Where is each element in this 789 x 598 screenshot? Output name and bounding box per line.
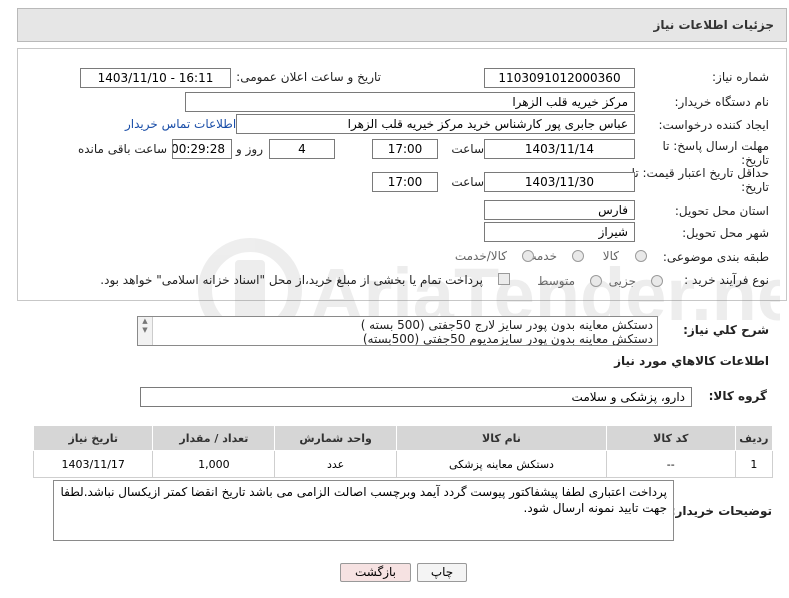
deadline-date-field: 1403/11/14 (484, 139, 635, 159)
validity-label: حداقل تاریخ اعتبار قیمت: تا (631, 166, 769, 180)
deadline-label: مهلت ارسال پاسخ: تا (662, 139, 769, 153)
buyer-notes-label: توضیحات خریدار: (670, 504, 772, 518)
back-button[interactable]: بازگشت (340, 563, 411, 582)
cell-date: 1403/11/17 (32, 450, 154, 478)
goods-table: ردیف کد کالا نام کالا واحد شمارش تعداد /… (32, 425, 774, 478)
col-index: ردیف (734, 425, 774, 451)
validity-time-field: 17:00 (372, 172, 438, 192)
need-number-label: شماره نیاز: (712, 70, 769, 84)
treasury-payment-checkbox[interactable] (498, 273, 510, 285)
announce-datetime-field: 1403/11/10 - 16:11 (80, 68, 231, 88)
category-service-radio[interactable] (572, 250, 584, 262)
goods-group-label: گروه کالا: (708, 389, 767, 403)
category-goods-service-radio[interactable] (522, 250, 534, 262)
process-label: نوع فرآیند خرید : (684, 273, 769, 287)
category-goods-service-label: کالا/خدمت (454, 249, 507, 263)
deadline-date-label: تاریخ: (741, 153, 769, 167)
summary-label: شرح کلي نياز: (683, 323, 769, 337)
header-panel: جزئیات اطلاعات نیاز (17, 8, 787, 42)
announce-label: تاریخ و ساعت اعلان عمومی: (236, 70, 381, 84)
remaining-time-label: ساعت باقی مانده (77, 142, 167, 156)
col-unit: واحد شمارش (274, 425, 398, 451)
process-minor-radio[interactable] (651, 275, 663, 287)
province-field: فارس (484, 200, 635, 220)
deadline-time-label: ساعت (451, 142, 484, 156)
treasury-payment-text: پرداخت تمام یا بخشی از مبلغ خرید،از محل … (100, 273, 483, 287)
cell-name: دستکش معاینه پزشکی (396, 450, 607, 478)
print-button[interactable]: چاپ (417, 563, 467, 582)
table-row: 1 -- دستکش معاینه پزشکی عدد 1,000 1403/1… (32, 450, 774, 478)
city-label: شهر محل تحویل: (682, 226, 769, 240)
validity-time-label: ساعت (451, 175, 484, 189)
goods-table-header: ردیف کد کالا نام کالا واحد شمارش تعداد /… (32, 425, 774, 451)
buyer-notes-box: پرداخت اعتباری لطفا پیشفاکتور پیوست گردد… (53, 480, 674, 541)
col-date: تاریخ نیاز (32, 425, 154, 451)
goods-section-title: اطلاعات کالاهاي مورد نياز (614, 354, 769, 368)
goods-group-field: دارو، پزشکی و سلامت (140, 387, 692, 407)
category-label: طبقه بندی موضوعی: (662, 250, 769, 264)
deadline-time-field: 17:00 (372, 139, 438, 159)
col-code: کد کالا (605, 425, 736, 451)
process-medium-radio[interactable] (590, 275, 602, 287)
days-remaining-field: 4 (269, 139, 335, 159)
creator-field: عباس جابری پور کارشناس خرید مرکز خیریه ق… (236, 114, 635, 134)
validity-date-field: 1403/11/30 (484, 172, 635, 192)
summary-line-2: دستکش معاینه بدون پودر سایزمدیوم 50جفتی … (362, 332, 653, 346)
summary-textarea[interactable]: ▲ ▼ دستکش معاینه بدون پودر سایز لارج 50جف… (137, 316, 658, 346)
cell-index: 1 (734, 450, 774, 478)
city-field: شیراز (484, 222, 635, 242)
process-medium-label: متوسط (537, 274, 575, 288)
col-qty: تعداد / مقدار (152, 425, 276, 451)
buyer-org-label: نام دستگاه خریدار: (674, 95, 770, 109)
summary-scrollbar[interactable]: ▲ ▼ (138, 317, 153, 345)
creator-label: ایجاد کننده درخواست: (658, 118, 769, 132)
category-goods-label: کالا (602, 249, 619, 263)
buyer-org-field: مرکز خیریه قلب الزهرا (185, 92, 635, 112)
province-label: استان محل تحویل: (674, 204, 769, 218)
col-name: نام کالا (396, 425, 607, 451)
need-number-field: 1103091012000360 (484, 68, 635, 88)
days-label: روز و (236, 142, 263, 156)
summary-line-1: دستکش معاینه بدون پودر سایز لارج 50جفتی … (360, 318, 653, 332)
cell-unit: عدد (274, 450, 398, 478)
category-goods-radio[interactable] (635, 250, 647, 262)
validity-date-label: تاریخ: (741, 180, 769, 194)
process-minor-label: جزیی (608, 274, 636, 288)
contact-info-link[interactable]: اطلاعات تماس خریدار (125, 117, 236, 131)
cell-qty: 1,000 (152, 450, 276, 478)
remaining-time-field: 00:29:28 (172, 139, 232, 159)
page-title: جزئیات اطلاعات نیاز (653, 18, 774, 32)
cell-code: -- (605, 450, 736, 478)
